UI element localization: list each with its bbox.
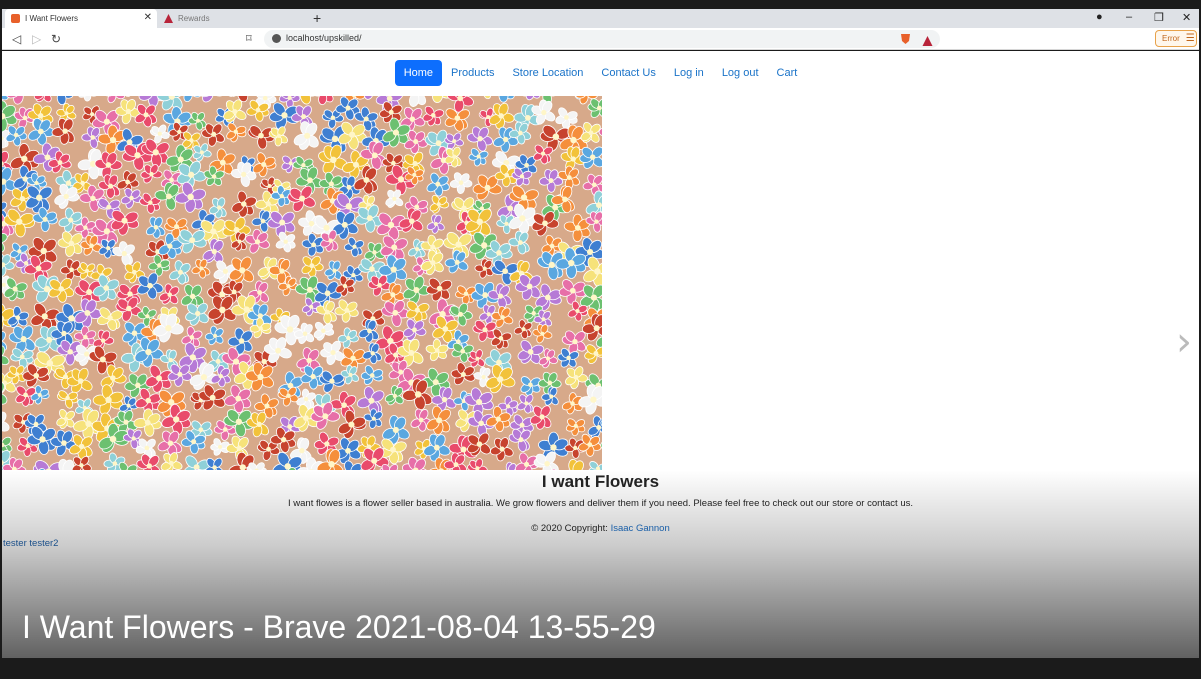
nav-contact-us[interactable]: Contact Us	[592, 60, 664, 86]
user-name-link[interactable]: tester tester2	[3, 538, 58, 549]
browser-toolbar: ◁ ▷ ↻ ⌑ localhost/upskilled/ Error ☰	[2, 28, 1199, 50]
tab-i-want-flowers[interactable]: I Want Flowers ✕	[5, 9, 157, 28]
address-bar[interactable]: localhost/upskilled/	[264, 30, 940, 48]
tab-title: I Want Flowers	[25, 14, 79, 23]
tab-rewards[interactable]: Rewards	[158, 9, 306, 28]
web-page: Home Products Store Location Contact Us …	[2, 51, 1199, 658]
footer-copyright: © 2020 Copyright: Isaac Gannon	[2, 523, 1199, 534]
carousel-flower-image	[2, 96, 602, 470]
author-link[interactable]: Isaac Gannon	[611, 523, 670, 534]
close-tab-icon[interactable]: ✕	[144, 12, 152, 23]
copyright-text: © 2020 Copyright:	[531, 523, 611, 534]
brave-rewards-icon	[164, 14, 173, 23]
flower-favicon-icon	[11, 14, 20, 23]
minimize-button[interactable]: –	[1126, 11, 1132, 23]
brave-rewards-icon[interactable]	[922, 33, 933, 51]
tab-bar: I Want Flowers ✕ Rewards + ● – ❐ ✕	[2, 9, 1199, 28]
bookmark-icon[interactable]: ⌑	[246, 32, 252, 45]
page-description: I want flowes is a flower seller based i…	[287, 498, 914, 509]
hamburger-icon: ☰	[1185, 33, 1195, 44]
forward-icon[interactable]: ▷	[32, 32, 41, 46]
page-heading: I want Flowers	[541, 472, 660, 491]
video-caption: I Want Flowers - Brave 2021-08-04 13-55-…	[22, 609, 656, 645]
nav-log-out[interactable]: Log out	[713, 60, 768, 86]
carousel-next-icon[interactable]: ›	[1176, 319, 1192, 365]
info-icon[interactable]	[272, 34, 281, 43]
nav-home[interactable]: Home	[394, 60, 443, 86]
nav-cart[interactable]: Cart	[768, 60, 807, 86]
nav-log-in[interactable]: Log in	[665, 60, 713, 86]
brave-menu-icon[interactable]: ●	[1096, 11, 1103, 23]
restore-button[interactable]: ❐	[1154, 11, 1164, 24]
main-nav: Home Products Store Location Contact Us …	[2, 60, 1199, 86]
error-label: Error	[1162, 34, 1180, 43]
close-window-button[interactable]: ✕	[1182, 11, 1191, 24]
screen: I Want Flowers ✕ Rewards + ● – ❐ ✕ ◁ ▷ ↻…	[0, 0, 1201, 679]
error-menu-button[interactable]: Error ☰	[1155, 30, 1197, 47]
tab-title: Rewards	[178, 14, 210, 23]
nav-store-location[interactable]: Store Location	[503, 60, 592, 86]
back-icon[interactable]: ◁	[12, 32, 21, 46]
nav-products[interactable]: Products	[442, 60, 503, 86]
url-text: localhost/upskilled/	[286, 33, 362, 43]
reload-icon[interactable]: ↻	[51, 32, 61, 46]
brave-shields-icon[interactable]	[900, 32, 911, 50]
new-tab-button[interactable]: +	[313, 10, 321, 26]
